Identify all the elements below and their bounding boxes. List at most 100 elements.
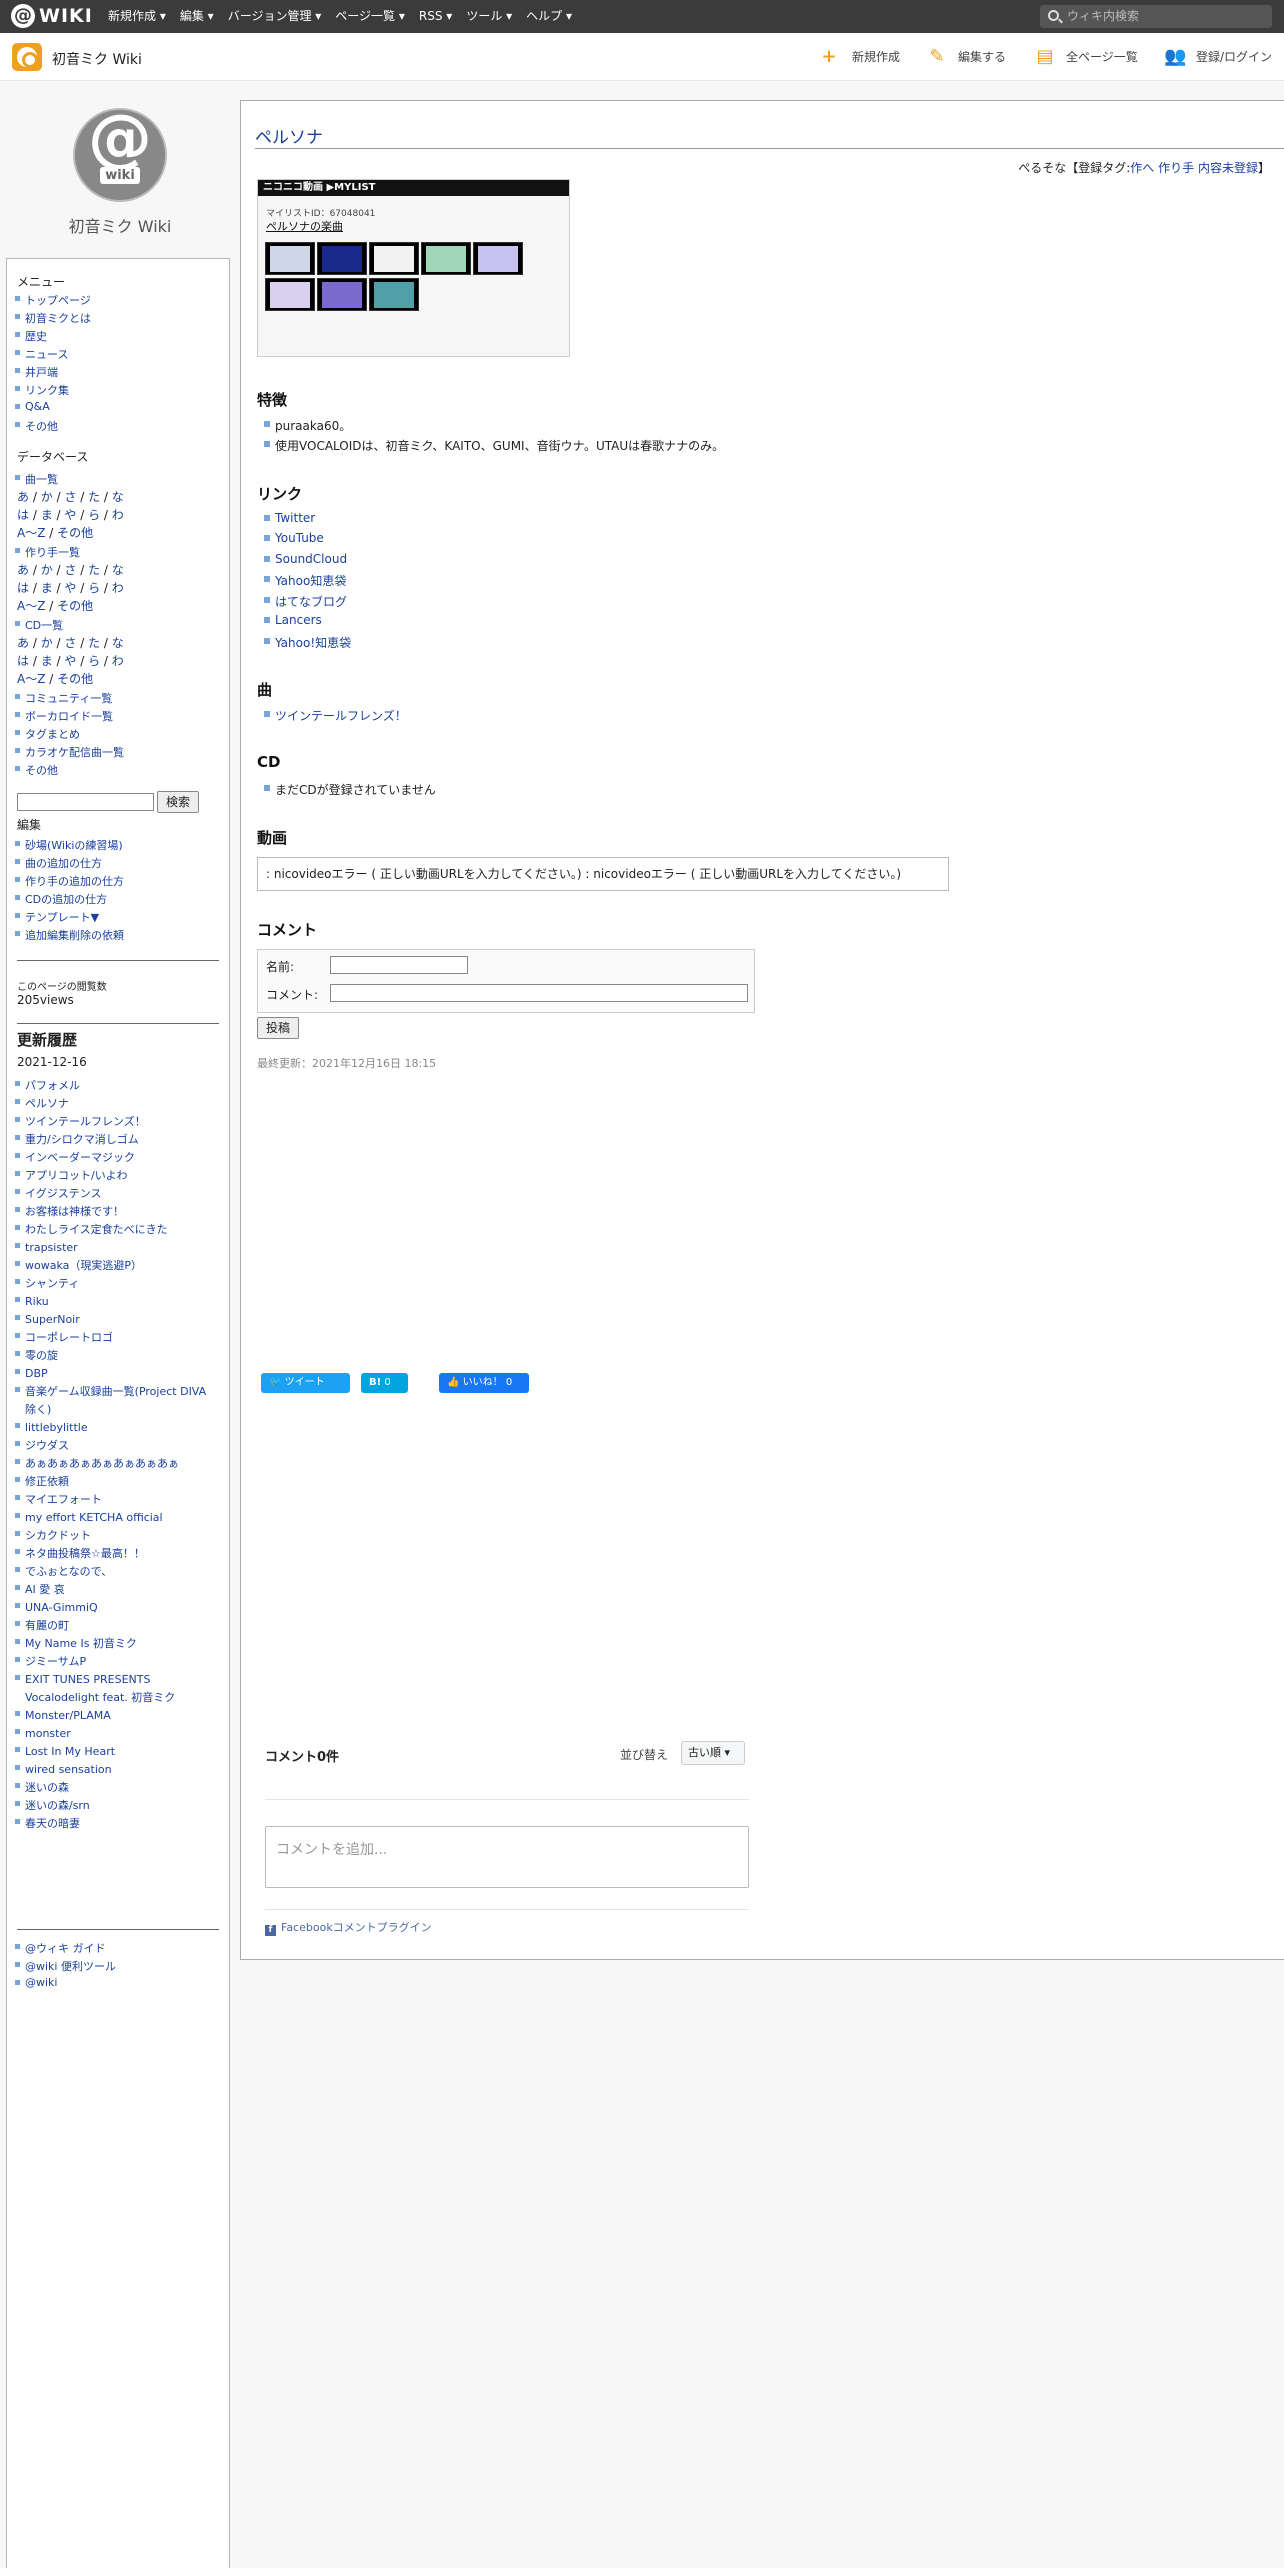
sidebar-item[interactable]: 井戸端 bbox=[15, 364, 58, 380]
login-button[interactable]: 👥 登録/ログイン bbox=[1164, 47, 1276, 67]
external-link[interactable]: Twitter bbox=[263, 511, 315, 525]
history-item[interactable]: ジミーサムP bbox=[15, 1653, 215, 1671]
history-item[interactable]: ツインテールフレンズ！ bbox=[15, 1113, 215, 1131]
history-item[interactable]: シカクドット bbox=[15, 1527, 215, 1545]
fb-plugin-link[interactable]: f Facebookコメントプラグイン bbox=[265, 1919, 432, 1936]
footer-link[interactable]: @ウィキ ガイド bbox=[15, 1940, 106, 1956]
new-page-button[interactable]: + 新規作成 bbox=[820, 47, 910, 67]
history-item[interactable]: インベーダーマジック bbox=[15, 1149, 215, 1167]
kana-link[interactable]: ら bbox=[88, 654, 100, 668]
sidebar-edit-item[interactable]: 追加編集削除の依頼 bbox=[15, 927, 124, 943]
kana-link[interactable]: さ bbox=[64, 490, 76, 504]
sidebar-title[interactable]: 初音ミク Wiki bbox=[0, 213, 240, 237]
history-item[interactable]: wired sensation bbox=[15, 1761, 215, 1779]
video-thumbnail[interactable] bbox=[421, 242, 471, 275]
kana-link[interactable]: ま bbox=[41, 508, 53, 522]
kana-link[interactable]: さ bbox=[64, 636, 76, 650]
history-item[interactable]: littlebylittle bbox=[15, 1419, 215, 1437]
sidebar-item[interactable]: カラオケ配信曲一覧 bbox=[15, 744, 124, 760]
kana-link[interactable]: あ bbox=[17, 636, 29, 650]
history-item[interactable]: お客様は神様です！ bbox=[15, 1203, 215, 1221]
tag-link[interactable]: 作へ bbox=[1130, 161, 1154, 175]
menu-help[interactable]: ヘルプ ▾ bbox=[526, 0, 572, 33]
history-item[interactable]: 零の旋 bbox=[15, 1347, 215, 1365]
kana-link[interactable]: や bbox=[64, 654, 76, 668]
sidebar-item[interactable]: 初音ミクとは bbox=[15, 310, 91, 326]
kana-link[interactable]: な bbox=[112, 490, 124, 504]
history-item[interactable]: EXIT TUNES PRESENTS Vocalodelight feat. … bbox=[15, 1671, 215, 1707]
post-button[interactable]: 投稿 bbox=[257, 1017, 299, 1039]
history-item[interactable]: でふぉとなので、 bbox=[15, 1563, 215, 1581]
atwiki-logo[interactable]: @ WIKI bbox=[11, 4, 93, 28]
video-thumbnail[interactable] bbox=[265, 242, 315, 275]
history-item[interactable]: ペルソナ bbox=[15, 1095, 215, 1113]
cd-list-link[interactable]: CD一覧 bbox=[14, 617, 63, 633]
kana-link[interactable]: か bbox=[41, 490, 53, 504]
history-item[interactable]: Monster/PLAMA bbox=[15, 1707, 215, 1725]
kana-link[interactable]: ら bbox=[88, 581, 100, 595]
history-item[interactable]: 迷いの森 bbox=[15, 1779, 215, 1797]
history-item[interactable]: 修正依頼 bbox=[15, 1473, 215, 1491]
sidebar-item[interactable]: その他 bbox=[15, 418, 58, 434]
edit-page-button[interactable]: ✎ 編集する bbox=[928, 47, 1018, 67]
external-link[interactable]: Yahoo知恵袋 bbox=[263, 572, 346, 589]
external-link[interactable]: Lancers bbox=[264, 613, 322, 627]
kana-link[interactable]: わ bbox=[112, 508, 124, 522]
sidebar-item[interactable]: タグまとめ bbox=[15, 726, 80, 742]
menu-new[interactable]: 新規作成 ▾ bbox=[108, 0, 166, 33]
kana-link[interactable]: わ bbox=[112, 654, 124, 668]
sidebar-edit-item[interactable]: 砂場(Wikiの練習場) bbox=[15, 837, 123, 853]
kana-link[interactable]: その他 bbox=[57, 672, 93, 686]
video-thumbnail[interactable] bbox=[317, 242, 367, 275]
history-item[interactable]: 春天の暗妻 bbox=[15, 1815, 215, 1833]
kana-link[interactable]: か bbox=[41, 563, 53, 577]
history-item[interactable]: 有麗の町 bbox=[15, 1617, 215, 1635]
kana-link[interactable]: ら bbox=[88, 508, 100, 522]
hatena-bookmark-button[interactable]: B! 0 bbox=[361, 1373, 408, 1393]
history-item[interactable]: Lost In My Heart bbox=[15, 1743, 215, 1761]
history-item[interactable]: AI 愛 哀 bbox=[15, 1581, 215, 1599]
sidebar-edit-item[interactable]: 曲の追加の仕方 bbox=[15, 855, 102, 871]
author-list-link[interactable]: 作り手一覧 bbox=[15, 544, 80, 560]
site-logo-icon[interactable] bbox=[12, 43, 42, 71]
kana-link[interactable]: あ bbox=[17, 490, 29, 504]
sidebar-item[interactable]: その他 bbox=[15, 762, 58, 778]
external-link[interactable]: YouTube bbox=[264, 531, 324, 545]
kana-link[interactable]: や bbox=[64, 508, 76, 522]
name-input[interactable] bbox=[330, 956, 468, 974]
external-link[interactable]: はてなブログ bbox=[263, 593, 347, 610]
song-list-link[interactable]: 曲一覧 bbox=[15, 471, 58, 487]
history-item[interactable]: あぁあぁあぁあぁあぁあぁあぁ bbox=[15, 1455, 215, 1473]
footer-link[interactable]: @wiki 便利ツール bbox=[15, 1958, 116, 1974]
fb-comment-input[interactable]: コメントを追加... bbox=[265, 1826, 749, 1888]
kana-link[interactable]: な bbox=[112, 563, 124, 577]
kana-link[interactable]: た bbox=[88, 636, 100, 650]
kana-link[interactable]: は bbox=[17, 654, 29, 668]
history-item[interactable]: 迷いの森/srn bbox=[15, 1797, 215, 1815]
video-thumbnail[interactable] bbox=[265, 278, 315, 311]
history-item[interactable]: イグジステンス bbox=[15, 1185, 215, 1203]
kana-link[interactable]: その他 bbox=[57, 526, 93, 540]
tag-link[interactable]: 作り手 bbox=[1158, 161, 1194, 175]
tag-link[interactable]: 内容未登録 bbox=[1198, 161, 1258, 175]
kana-link[interactable]: ま bbox=[41, 654, 53, 668]
sidebar-item[interactable]: トップページ bbox=[15, 292, 91, 308]
menu-version[interactable]: バージョン管理 ▾ bbox=[228, 0, 322, 33]
external-link[interactable]: Yahoo!知恵袋 bbox=[263, 634, 351, 651]
footer-link[interactable]: @wiki bbox=[14, 1976, 57, 1989]
comment-input[interactable] bbox=[330, 984, 748, 1002]
kana-link[interactable]: や bbox=[64, 581, 76, 595]
history-item[interactable]: 音楽ゲーム収録曲一覧(Project DIVA除く) bbox=[15, 1383, 215, 1419]
sidebar-search-input[interactable] bbox=[17, 793, 154, 811]
menu-rss[interactable]: RSS ▾ bbox=[419, 0, 452, 33]
history-item[interactable]: wowaka（現実逃避P） bbox=[15, 1257, 215, 1275]
history-item[interactable]: ネタ曲投稿祭☆最高！！ bbox=[15, 1545, 215, 1563]
external-link[interactable]: SoundCloud bbox=[263, 552, 347, 566]
kana-link[interactable]: その他 bbox=[57, 599, 93, 613]
history-item[interactable]: My Name Is 初音ミク bbox=[15, 1635, 215, 1653]
menu-pages[interactable]: ページ一覧 ▾ bbox=[335, 0, 405, 33]
kana-link[interactable]: た bbox=[88, 490, 100, 504]
all-pages-button[interactable]: ▤ 全ページ一覧 bbox=[1036, 47, 1146, 67]
history-item[interactable]: my effort KETCHA official bbox=[15, 1509, 215, 1527]
history-item[interactable]: マイエフォート bbox=[15, 1491, 215, 1509]
